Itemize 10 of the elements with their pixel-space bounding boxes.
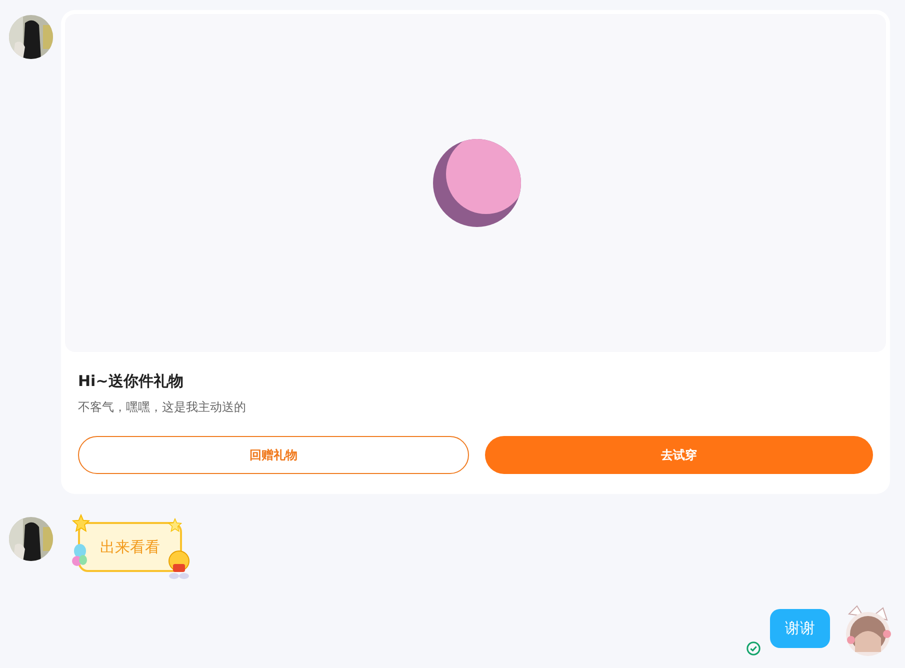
return-gift-button[interactable]: 回赠礼物 <box>78 436 468 474</box>
try-on-button[interactable]: 去试穿 <box>484 436 873 474</box>
star-icon <box>168 518 182 532</box>
cartoon-drawing <box>166 550 192 580</box>
star-icon <box>72 514 90 532</box>
delivered-icon <box>746 641 761 656</box>
gift-title: Hi~送你件礼物 <box>78 372 184 391</box>
sticker-bubble: 出来看看 <box>78 522 182 572</box>
message-bubble: 谢谢 <box>770 609 830 648</box>
gift-message: 不客气，嘿嘿，这是我主动送的 <box>78 399 247 416</box>
